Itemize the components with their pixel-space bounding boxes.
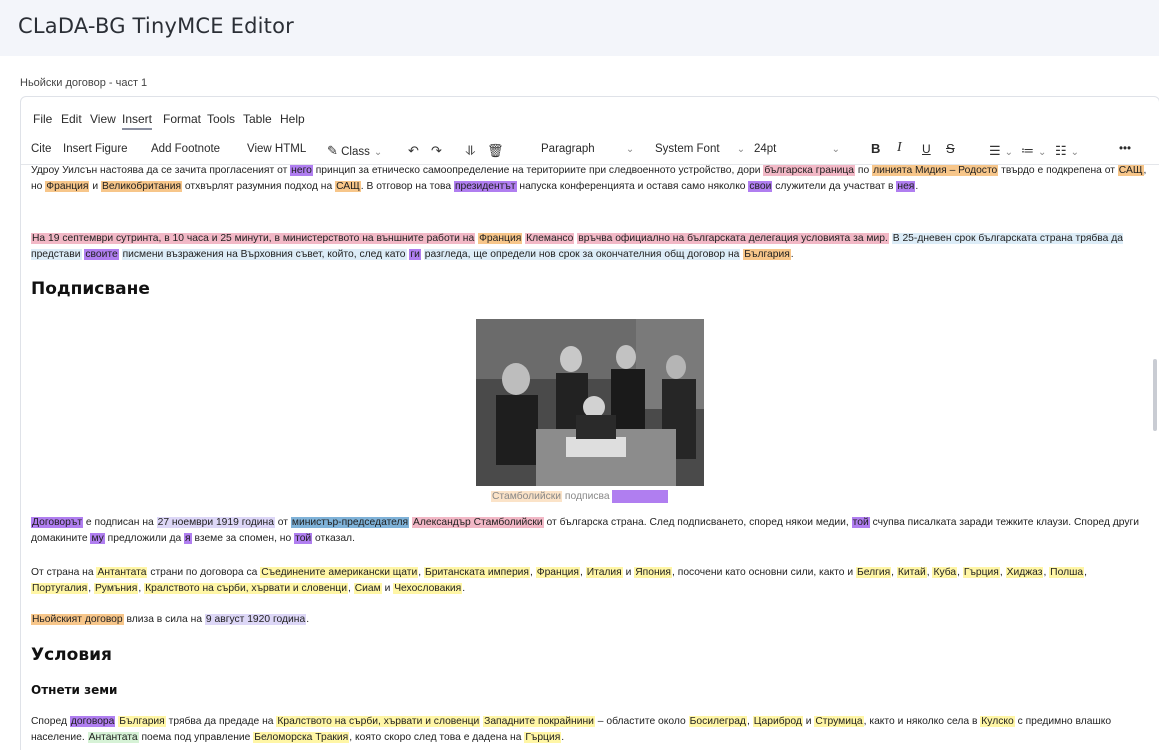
- bold-button[interactable]: B: [871, 141, 880, 156]
- font-size-dropdown[interactable]: 24pt ⌄: [754, 143, 840, 155]
- bullet-list-icon[interactable]: ☷ ⌄: [1055, 143, 1079, 159]
- undo-icon[interactable]: ↶: [408, 143, 419, 159]
- paragraph: Удроу Уилсън настоява да се зачита прогл…: [31, 165, 1147, 192]
- toolbar: Cite Insert Figure Add Footnote View HTM…: [21, 135, 1159, 165]
- cite-button[interactable]: Cite: [31, 143, 51, 155]
- chevron-down-icon: ⌄: [831, 144, 840, 155]
- clear-formatting-icon[interactable]: 🗑: [487, 143, 504, 159]
- document-title: Ньойски договор - част 1: [20, 77, 148, 89]
- font-size-value: 24pt: [754, 143, 777, 155]
- editor: File Edit View Insert Format Tools Table…: [20, 96, 1159, 750]
- menubar: File Edit View Insert Format Tools Table…: [21, 97, 1159, 137]
- app-title: CLaDA-BG TinyMCE Editor: [18, 14, 294, 38]
- menu-edit[interactable]: Edit: [61, 112, 82, 126]
- underline-button[interactable]: U: [922, 142, 931, 156]
- font-family-value: System Font: [655, 143, 720, 155]
- caption-text: подписва: [564, 491, 610, 502]
- class-dropdown[interactable]: ✎ Class ⌄: [327, 143, 382, 159]
- menu-tools[interactable]: Tools: [207, 112, 235, 126]
- add-footnote-button[interactable]: Add Footnote: [151, 143, 220, 155]
- block-format-dropdown[interactable]: Paragraph ⌄: [541, 143, 634, 155]
- paragraph: На 19 септември сутринта, в 10 часа и 25…: [31, 233, 1123, 260]
- align-icon[interactable]: ☰ ⌄: [989, 143, 1013, 159]
- chevron-down-icon: ⌄: [373, 147, 383, 158]
- class-label: Class: [341, 146, 370, 158]
- insert-figure-button[interactable]: Insert Figure: [63, 143, 128, 155]
- signing-photo-image: [476, 319, 704, 486]
- heading-terms: Условия: [31, 645, 112, 665]
- menu-insert[interactable]: Insert: [122, 112, 153, 130]
- heading-lands: Отнети земи: [31, 683, 118, 697]
- paragraph: Договорът е подписан на 27 ноември 1919 …: [31, 517, 1140, 544]
- editor-content[interactable]: Удроу Уилсън настоява да се зачита прогл…: [21, 163, 1159, 750]
- italic-button[interactable]: I: [897, 140, 902, 156]
- paragraph: Ньойският договор влиза в сила на 9 авгу…: [31, 614, 310, 625]
- menu-table[interactable]: Table: [243, 112, 272, 126]
- block-format-value: Paragraph: [541, 143, 595, 155]
- menu-file[interactable]: File: [33, 112, 52, 126]
- paragraph: Според договора България трябва да преда…: [31, 716, 1112, 743]
- caption-highlight: [612, 489, 669, 503]
- format-painter-icon[interactable]: ⥥: [466, 143, 475, 159]
- chevron-down-icon: ⌄: [736, 144, 746, 155]
- chevron-down-icon: ⌄: [625, 144, 635, 155]
- paragraph: От страна на Антантата страни по договор…: [31, 567, 1087, 594]
- strikethrough-button[interactable]: S: [946, 141, 955, 156]
- app-header: CLaDA-BG TinyMCE Editor: [0, 0, 1159, 56]
- menu-help[interactable]: Help: [280, 112, 305, 126]
- heading-signing: Подписване: [31, 279, 150, 299]
- caption-name: Стамболийски: [491, 491, 563, 502]
- numbered-list-icon[interactable]: ≔ ⌄: [1021, 143, 1046, 159]
- pen-icon: ✎: [327, 143, 338, 158]
- menu-format[interactable]: Format: [163, 112, 201, 126]
- more-icon[interactable]: •••: [1119, 143, 1131, 155]
- view-html-button[interactable]: View HTML: [247, 143, 306, 155]
- figure-caption: Стамболийски подписва: [491, 489, 669, 505]
- signing-photo: [476, 319, 704, 486]
- redo-icon[interactable]: ↷: [431, 143, 442, 159]
- menu-view[interactable]: View: [90, 112, 116, 126]
- font-family-dropdown[interactable]: System Font ⌄: [655, 143, 745, 155]
